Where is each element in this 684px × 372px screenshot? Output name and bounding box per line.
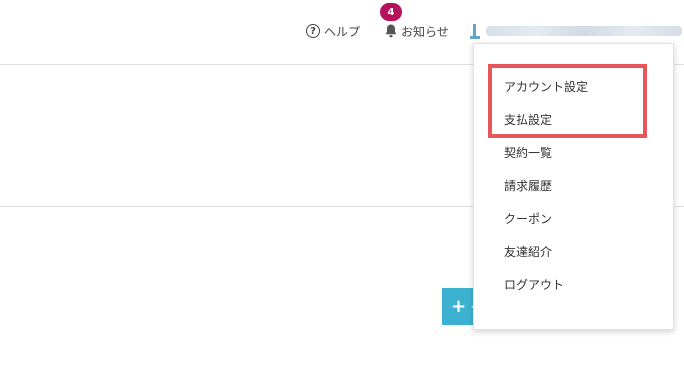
menu-item-payment-settings[interactable]: 支払設定 [504,111,552,129]
help-link[interactable]: ? ヘルプ [306,21,360,41]
notification-count-badge: 4 [380,3,402,21]
menu-item-coupons[interactable]: クーポン [504,210,552,228]
menu-item-contracts[interactable]: 契約一覧 [504,144,552,162]
menu-item-billing-history[interactable]: 請求履歴 [504,177,552,195]
plus-icon: + [451,295,467,317]
menu-item-logout[interactable]: ログアウト [504,276,564,294]
notice-label: お知らせ [401,24,449,39]
user-dropdown-menu: アカウント設定 支払設定 契約一覧 請求履歴 クーポン 友達紹介 ログアウト [473,43,674,330]
menu-item-account-settings[interactable]: アカウント設定 [504,78,588,96]
help-label: ヘルプ [324,24,361,39]
bell-icon [385,24,397,38]
page: ? ヘルプ 4 お知らせ + ク アカウント設定 支払設定 契約一覧 請求履歴 [0,0,684,372]
user-name-redacted [486,26,682,36]
user-avatar-icon [470,24,480,39]
user-menu-toggle[interactable] [470,22,682,40]
notice-link[interactable]: お知らせ [383,21,449,41]
help-circle-icon: ? [306,24,320,38]
menu-item-referral[interactable]: 友達紹介 [504,243,552,261]
